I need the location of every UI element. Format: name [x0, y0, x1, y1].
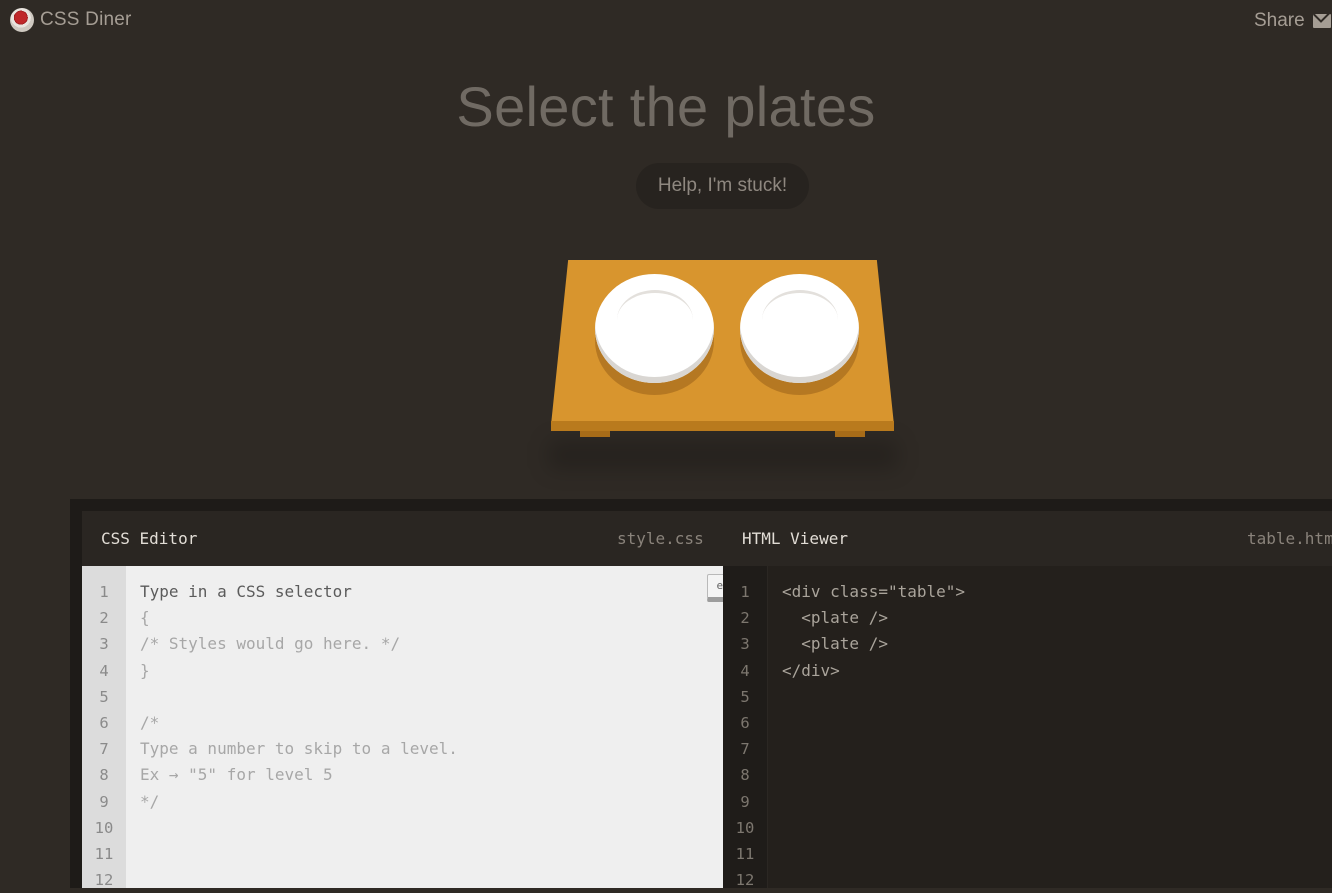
- css-editor-body: Type in a CSS selector { /* Styles would…: [126, 566, 759, 888]
- css-editor-header: CSS Editor style.css: [82, 511, 723, 566]
- html-filename: table.html: [1247, 529, 1332, 548]
- css-line-numbers: 1 2 3 4 5 6 7 8 9 10 11 12: [82, 566, 126, 889]
- css-editor-title: CSS Editor: [101, 529, 198, 548]
- editor-panel: CSS Editor style.css HTML Viewer table.h…: [70, 499, 1332, 889]
- share-button[interactable]: Share: [1254, 10, 1331, 32]
- plate-1[interactable]: [595, 274, 714, 395]
- line-number: 8: [99, 766, 109, 785]
- html-viewer-header: HTML Viewer table.html: [723, 511, 1332, 566]
- line-number: 6: [99, 713, 109, 732]
- line-number: 7: [99, 740, 109, 759]
- line-number: 12: [735, 871, 755, 890]
- line-number: 8: [740, 766, 750, 785]
- line-number: 4: [740, 661, 750, 680]
- line-number: 2: [99, 609, 109, 628]
- code-line: /* Styles would go here. */: [140, 634, 401, 654]
- line-number: 7: [740, 740, 750, 759]
- plate-2[interactable]: [740, 274, 859, 395]
- line-number: 4: [99, 661, 109, 680]
- diner-logo-icon: [10, 8, 34, 32]
- plate-rim: [762, 290, 838, 350]
- line-number: 2: [740, 609, 750, 628]
- line-number: 12: [94, 871, 114, 890]
- code-line: */: [140, 791, 160, 811]
- css-selector-input[interactable]: Type in a CSS selector: [140, 579, 723, 605]
- dining-table: [540, 255, 905, 480]
- code-line: /*: [140, 712, 160, 732]
- html-line-plate[interactable]: <plate />: [782, 605, 1332, 631]
- mail-icon[interactable]: [1312, 14, 1331, 28]
- line-number: 3: [99, 635, 109, 654]
- top-bar: CSS Diner Share: [0, 0, 1332, 42]
- line-number: 10: [94, 818, 114, 837]
- table-leg-left: [580, 431, 610, 437]
- help-button[interactable]: Help, I'm stuck!: [636, 163, 809, 209]
- line-number: 5: [99, 687, 109, 706]
- code-line: }: [140, 660, 150, 680]
- line-number: 9: [740, 792, 750, 811]
- line-number: 1: [740, 583, 750, 601]
- line-number: 6: [740, 713, 750, 732]
- table-leg-right: [835, 431, 865, 437]
- table-shadow: [548, 440, 898, 470]
- code-line: Ex → "5" for level 5: [140, 765, 333, 785]
- line-number: 1: [99, 583, 109, 601]
- line-number: 3: [740, 635, 750, 654]
- level-instruction: Select the plates: [456, 75, 876, 138]
- table-edge: [551, 421, 894, 431]
- plate-rim: [617, 290, 693, 350]
- brand-name: CSS Diner: [40, 9, 132, 30]
- line-number: 5: [740, 687, 750, 706]
- html-viewer-body: <div class="table"> <plate /> <plate /> …: [768, 566, 1332, 888]
- html-line-table-close[interactable]: </div>: [782, 658, 1332, 684]
- brand-logo[interactable]: CSS Diner: [10, 8, 132, 32]
- css-filename: style.css: [617, 529, 704, 548]
- html-viewer-title: HTML Viewer: [742, 529, 848, 548]
- line-number: 11: [94, 844, 114, 863]
- line-number: 10: [735, 818, 755, 837]
- share-label: Share: [1254, 10, 1305, 31]
- code-line: Type a number to skip to a level.: [140, 739, 458, 759]
- line-number: 11: [735, 844, 755, 863]
- html-line-plate[interactable]: <plate />: [782, 631, 1332, 657]
- line-number: 9: [99, 792, 109, 811]
- html-line-table[interactable]: <div class="table">: [782, 579, 1332, 605]
- code-line: {: [140, 608, 150, 628]
- html-line-numbers: 1 2 3 4 5 6 7 8 9 10 11 12: [723, 566, 768, 889]
